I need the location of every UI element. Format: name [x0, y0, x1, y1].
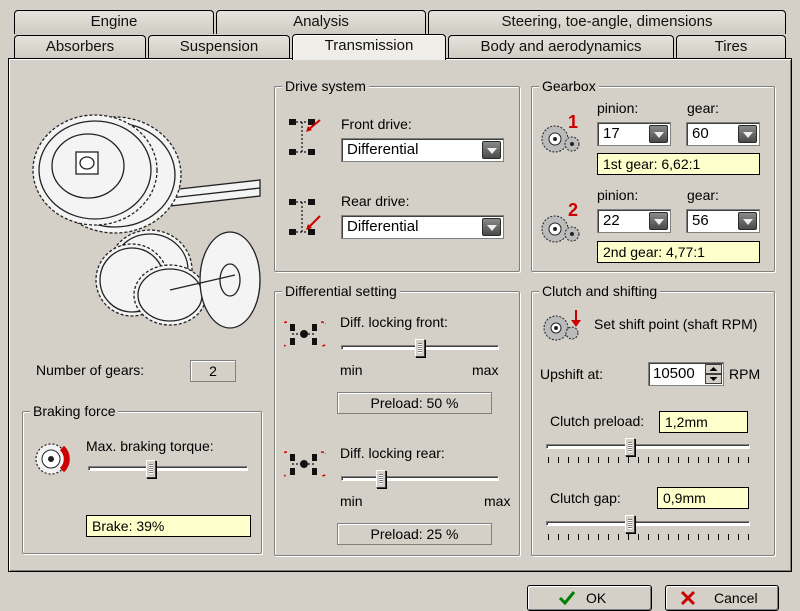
chevron-down-icon[interactable]	[482, 141, 501, 159]
max-braking-torque-label: Max. braking torque:	[86, 438, 214, 454]
upshift-rpm-spinner[interactable]	[705, 364, 722, 384]
tab-absorbers[interactable]: Absorbers	[14, 35, 146, 59]
braking-torque-slider-thumb[interactable]	[145, 460, 156, 478]
brake-disc-icon	[35, 443, 70, 475]
rear-drive-value: Differential	[347, 218, 419, 235]
cancel-button[interactable]: Cancel	[665, 585, 779, 611]
tab-body-aerodynamics[interactable]: Body and aerodynamics	[448, 35, 674, 59]
diff-rear-label: Diff. locking rear:	[340, 445, 445, 461]
diff-rear-slider-thumb[interactable]	[376, 470, 386, 488]
tab-suspension[interactable]: Suspension	[148, 35, 290, 59]
spinner-arrows-icon	[705, 364, 722, 384]
clutch-preload-label: Clutch preload:	[550, 413, 645, 429]
rear-drive-icon	[289, 199, 321, 235]
gearbox-title: Gearbox	[539, 77, 599, 95]
gear1-pinion-select[interactable]: 17	[597, 122, 671, 146]
tab-transmission[interactable]: Transmission	[292, 34, 446, 60]
tab-engine[interactable]: Engine	[14, 10, 214, 34]
clutch-gap-label: Clutch gap:	[550, 490, 621, 506]
braking-torque-slider[interactable]	[88, 460, 248, 478]
diff-front-label: Diff. locking front:	[340, 314, 448, 330]
diff-rear-max-label: max	[484, 493, 511, 509]
clutch-preload-ticks	[548, 457, 749, 463]
gear2-ratio: 2nd gear: 4,77:1	[597, 241, 760, 263]
close-icon	[680, 590, 696, 606]
gear-illustration	[32, 114, 261, 329]
rear-drive-label: Rear drive:	[341, 193, 410, 209]
clutch-gap-ticks	[548, 534, 749, 540]
chevron-down-icon[interactable]	[649, 212, 668, 230]
drive-system-title: Drive system	[282, 77, 369, 95]
gear1-number: 1	[568, 112, 579, 132]
shift-point-icon	[543, 310, 581, 341]
diff-front-slider[interactable]	[341, 339, 499, 357]
tab-analysis[interactable]: Analysis	[216, 10, 426, 34]
diff-rear-min-label: min	[340, 493, 363, 509]
diff-front-min-label: min	[340, 362, 363, 378]
chevron-down-icon[interactable]	[482, 218, 501, 236]
cancel-button-label: Cancel	[714, 590, 758, 606]
gear2-gear-label: gear:	[687, 187, 719, 203]
upshift-rpm-value: 10500	[653, 365, 695, 382]
gear1-ratio: 1st gear: 6,62:1	[597, 153, 760, 175]
clutch-preload-slider[interactable]	[546, 438, 750, 456]
gear1-gear-label: gear:	[687, 100, 719, 116]
diff-front-max-label: max	[472, 362, 499, 378]
upshift-rpm-input[interactable]: 10500	[648, 362, 724, 386]
braking-force-title: Braking force	[30, 402, 119, 420]
clutch-preload-value: 1,2mm	[659, 411, 748, 433]
clutch-gap-slider[interactable]	[546, 515, 750, 533]
chevron-down-icon[interactable]	[649, 125, 668, 143]
drive-system-group: Drive system	[274, 77, 520, 272]
number-of-gears-value: 2	[190, 360, 236, 382]
ok-button[interactable]: OK	[527, 585, 652, 611]
diff-front-slider-thumb[interactable]	[415, 339, 425, 357]
chevron-down-icon[interactable]	[738, 212, 757, 230]
gear1-gear-select[interactable]: 60	[686, 122, 760, 146]
rpm-unit-label: RPM	[729, 366, 761, 382]
checkmark-icon	[558, 591, 576, 606]
gear2-number: 2	[568, 200, 579, 220]
clutch-gap-slider-thumb[interactable]	[624, 515, 635, 533]
tab-steering[interactable]: Steering, toe-angle, dimensions	[428, 10, 786, 34]
gear2-pinion-value: 22	[603, 212, 620, 229]
clutch-preload-slider-thumb[interactable]	[624, 438, 635, 456]
clutch-shifting-title: Clutch and shifting	[539, 282, 661, 300]
ok-button-label: OK	[586, 590, 607, 606]
front-drive-label: Front drive:	[341, 116, 412, 132]
gear2-gear-select[interactable]: 56	[686, 209, 760, 233]
rear-drive-select[interactable]: Differential	[341, 215, 504, 239]
gear1-gear-value: 60	[692, 125, 709, 142]
front-drive-value: Differential	[347, 141, 419, 158]
gear2-pinion-label: pinion:	[597, 187, 639, 203]
differential-setting-title: Differential setting	[282, 282, 400, 300]
shift-point-label: Set shift point (shaft RPM)	[594, 316, 758, 332]
gear1-pinion-label: pinion:	[597, 100, 639, 116]
diff-rear-preload: Preload: 25 %	[337, 523, 492, 545]
gear1-pinion-value: 17	[603, 125, 620, 142]
chevron-down-icon[interactable]	[738, 125, 757, 143]
diff-front-icon	[284, 321, 326, 347]
brake-readout: Brake: 39%	[86, 515, 251, 537]
tab-tires[interactable]: Tires	[676, 35, 786, 59]
gear2-gear-value: 56	[692, 212, 709, 229]
diff-front-preload: Preload: 50 %	[337, 392, 492, 414]
clutch-gap-value: 0,9mm	[657, 487, 749, 509]
diff-rear-icon	[284, 451, 326, 477]
diff-rear-slider[interactable]	[341, 470, 499, 488]
number-of-gears-label: Number of gears:	[36, 362, 145, 378]
upshift-label: Upshift at:	[540, 366, 604, 382]
gear2-pinion-select[interactable]: 22	[597, 209, 671, 233]
front-drive-icon	[289, 119, 321, 155]
front-drive-select[interactable]: Differential	[341, 138, 504, 162]
